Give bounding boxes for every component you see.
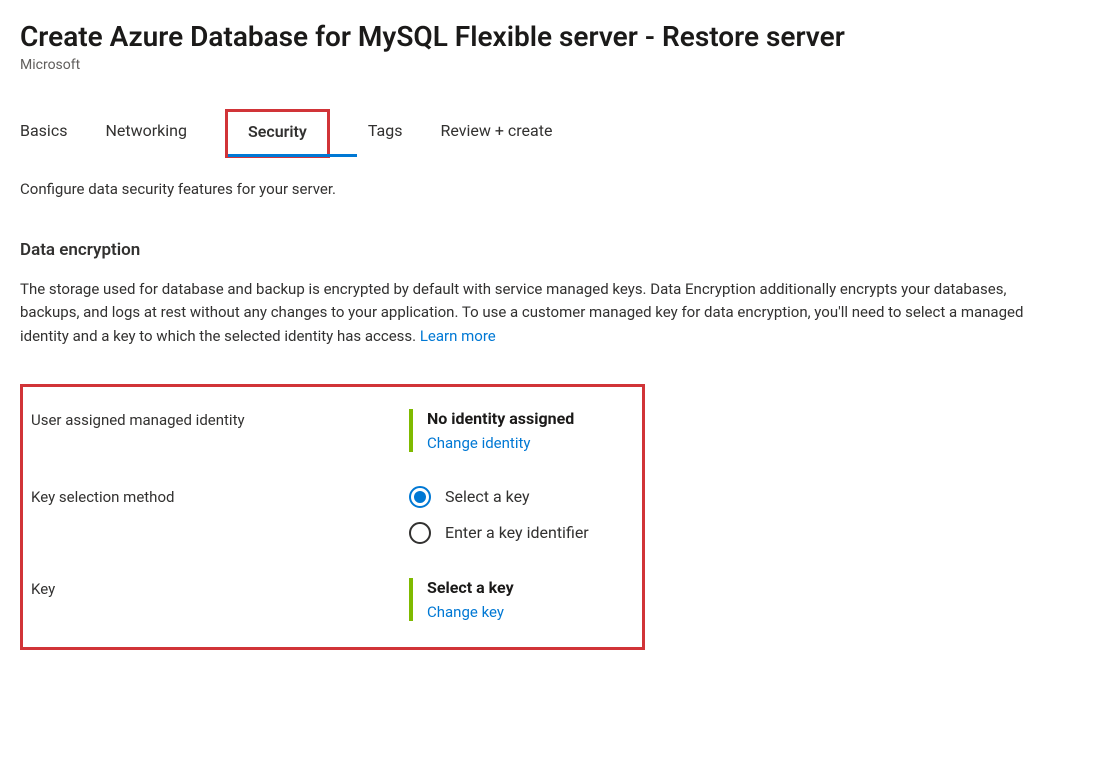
tab-networking[interactable]: Networking (105, 111, 187, 152)
section-description-text: The storage used for database and backup… (20, 280, 1023, 345)
identity-value-text: No identity assigned (427, 409, 574, 428)
row-managed-identity: User assigned managed identity No identi… (31, 409, 624, 452)
page-title: Create Azure Database for MySQL Flexible… (20, 20, 1079, 53)
radio-label-enter-identifier: Enter a key identifier (445, 523, 589, 542)
label-key: Key (31, 578, 409, 598)
label-key-selection-method: Key selection method (31, 486, 409, 506)
radio-group-key-selection: Select a key Enter a key identifier (409, 486, 589, 544)
radio-icon (409, 522, 431, 544)
tab-basics[interactable]: Basics (20, 111, 67, 152)
section-heading-data-encryption: Data encryption (20, 240, 1079, 260)
key-value-text: Select a key (427, 578, 514, 597)
tab-intro-text: Configure data security features for you… (20, 180, 1079, 198)
row-key: Key Select a key Change key (31, 578, 624, 621)
row-key-selection-method: Key selection method Select a key Enter … (31, 486, 624, 544)
tab-tags[interactable]: Tags (368, 111, 403, 152)
radio-icon (409, 486, 431, 508)
learn-more-link[interactable]: Learn more (420, 327, 496, 345)
page-container: Create Azure Database for MySQL Flexible… (0, 0, 1099, 680)
value-key: Select a key Change key (409, 578, 514, 621)
encryption-form-highlight: User assigned managed identity No identi… (20, 384, 645, 650)
tab-review-create[interactable]: Review + create (440, 111, 552, 152)
tabs-bar: Basics Networking Security Tags Review +… (20, 111, 1079, 152)
radio-label-select-a-key: Select a key (445, 487, 530, 506)
page-subtitle: Microsoft (20, 57, 1079, 73)
section-description: The storage used for database and backup… (20, 278, 1060, 348)
value-managed-identity: No identity assigned Change identity (409, 409, 574, 452)
radio-enter-key-identifier[interactable]: Enter a key identifier (409, 522, 589, 544)
change-identity-link[interactable]: Change identity (427, 434, 530, 452)
tab-security-highlight: Security (225, 109, 330, 158)
radio-select-a-key[interactable]: Select a key (409, 486, 589, 508)
change-key-link[interactable]: Change key (427, 603, 504, 621)
tab-security[interactable]: Security (248, 118, 307, 145)
label-managed-identity: User assigned managed identity (31, 409, 409, 429)
